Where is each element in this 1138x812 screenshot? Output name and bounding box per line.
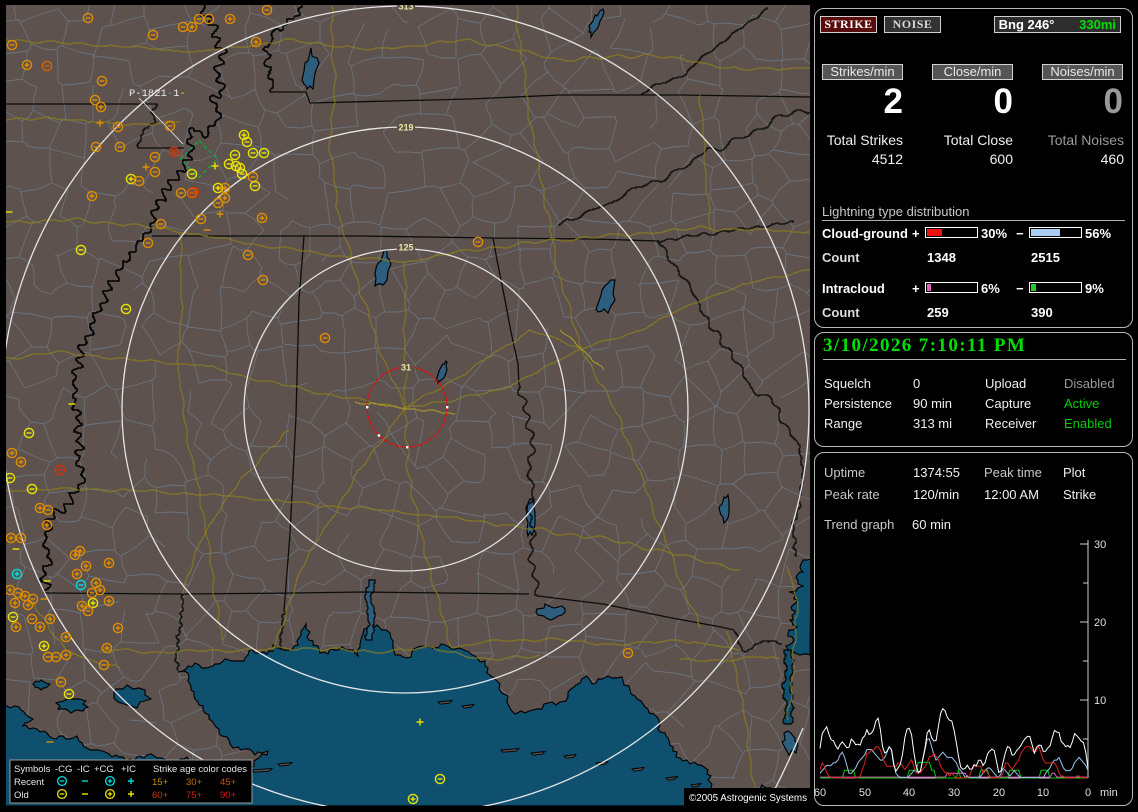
svg-text:40: 40: [903, 787, 915, 799]
svg-text:P-1821-1-: P-1821-1-: [129, 88, 186, 100]
svg-text:+IC: +IC: [121, 764, 136, 775]
svg-text:20: 20: [993, 787, 1005, 799]
svg-text:125: 125: [398, 243, 413, 253]
svg-text:10: 10: [1094, 695, 1106, 707]
svg-text:219: 219: [398, 123, 413, 133]
svg-text:Strike age color codes: Strike age color codes: [153, 764, 247, 775]
svg-text:Recent: Recent: [14, 777, 44, 788]
svg-text:0: 0: [1085, 787, 1091, 799]
svg-text:+CG: +CG: [94, 764, 114, 775]
svg-text:30+: 30+: [186, 777, 203, 788]
svg-text:-IC: -IC: [77, 764, 90, 775]
svg-text:60: 60: [814, 787, 826, 799]
svg-text:20: 20: [1094, 617, 1106, 629]
svg-text:Old: Old: [14, 790, 29, 801]
svg-text:90+: 90+: [220, 790, 237, 801]
svg-text:30: 30: [948, 787, 960, 799]
svg-text:©2005 Astrogenic Systems: ©2005 Astrogenic Systems: [689, 792, 807, 804]
svg-text:10: 10: [1037, 787, 1049, 799]
svg-text:-CG: -CG: [55, 764, 72, 775]
svg-text:60+: 60+: [152, 790, 169, 801]
svg-text:75+: 75+: [186, 790, 203, 801]
svg-text:Symbols: Symbols: [14, 764, 51, 775]
svg-text:min: min: [1100, 787, 1118, 799]
svg-text:31: 31: [401, 363, 411, 373]
svg-text:15+: 15+: [152, 777, 169, 788]
svg-text:50: 50: [859, 787, 871, 799]
svg-text:45+: 45+: [220, 777, 237, 788]
svg-text:30: 30: [1094, 539, 1106, 551]
